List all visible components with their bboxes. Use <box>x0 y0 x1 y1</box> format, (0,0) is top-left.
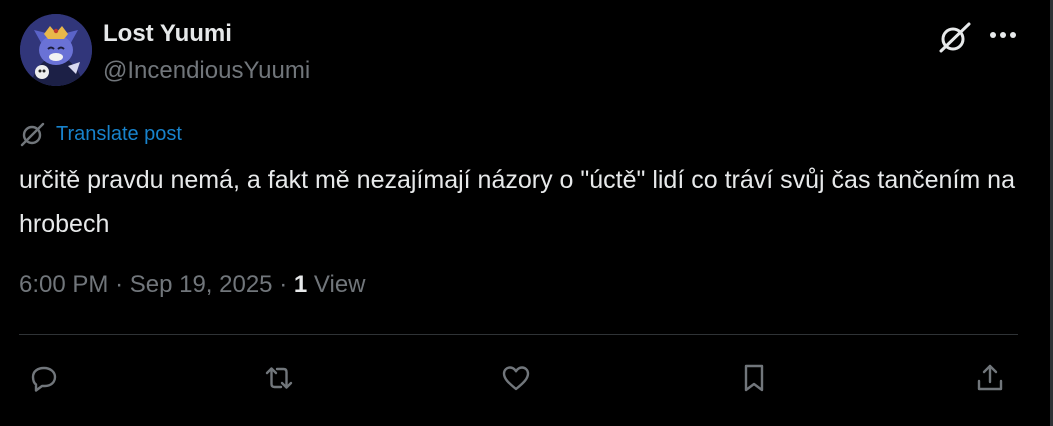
translate-post-link[interactable]: Translate post <box>20 121 182 147</box>
repost-button[interactable] <box>260 359 298 397</box>
share-icon <box>977 364 1003 391</box>
reply-icon <box>31 366 57 392</box>
like-button[interactable] <box>497 359 535 397</box>
translate-icon <box>20 122 45 146</box>
more-icon <box>990 32 1016 38</box>
reply-button[interactable] <box>25 359 63 397</box>
views-label: View <box>313 271 366 298</box>
more-options-button[interactable] <box>985 20 1021 50</box>
grok-icon <box>939 22 971 53</box>
grok-button[interactable] <box>938 20 972 54</box>
meta-separator: · <box>279 271 288 298</box>
avatar[interactable] <box>20 14 92 86</box>
meta-separator: · <box>115 271 124 298</box>
post-date[interactable]: Sep 19, 2025 <box>130 271 273 298</box>
post-meta: 6:00 PM · Sep 19, 2025 · 1 View <box>19 271 366 299</box>
share-button[interactable] <box>971 359 1009 397</box>
author-handle[interactable]: @IncendiousYuumi <box>103 57 310 85</box>
avatar-image <box>20 14 92 86</box>
bookmark-icon <box>744 364 764 392</box>
post-text: určitě pravdu nemá, a fakt mě nezajímají… <box>19 166 1015 238</box>
author-name[interactable]: Lost Yuumi <box>103 20 232 48</box>
like-icon <box>502 366 530 391</box>
views-count: 1 <box>293 271 308 298</box>
translate-post-label: Translate post <box>56 122 182 145</box>
divider <box>19 334 1018 335</box>
repost-icon <box>265 367 293 389</box>
bookmark-button[interactable] <box>735 359 773 397</box>
post-time[interactable]: 6:00 PM <box>19 271 108 298</box>
